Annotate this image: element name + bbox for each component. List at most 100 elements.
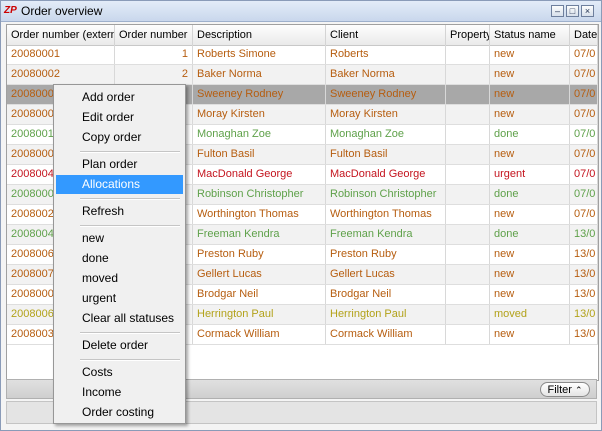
table-cell: 13/0 xyxy=(570,325,598,344)
context-menu: Add order Edit order Copy order Plan order A… xyxy=(53,84,186,424)
menu-item-clear-all-statuses[interactable]: Clear all statuses xyxy=(56,309,183,328)
table-cell: Sweeney Rodney xyxy=(193,85,326,104)
menu-item-done[interactable]: done xyxy=(56,249,183,268)
close-icon[interactable]: × xyxy=(581,5,594,17)
table-cell: new xyxy=(490,145,570,164)
table-cell xyxy=(446,85,490,104)
table-cell: 07/0 xyxy=(570,105,598,124)
table-cell: 13/0 xyxy=(570,245,598,264)
table-cell xyxy=(446,265,490,284)
menu-item-moved[interactable]: moved xyxy=(56,269,183,288)
table-cell: Monaghan Zoe xyxy=(326,125,446,144)
column-header[interactable]: Order number xyxy=(115,25,193,45)
table-cell: 07/0 xyxy=(570,205,598,224)
table-row[interactable]: 20080002 2 Baker Norma Baker Norma new 07/0 xyxy=(7,65,598,85)
menu-item-income[interactable]: Income xyxy=(56,383,183,402)
table-cell: done xyxy=(490,225,570,244)
table-cell: Herrington Paul xyxy=(326,305,446,324)
table-cell: Brodgar Neil xyxy=(326,285,446,304)
menu-item-costs[interactable]: Costs xyxy=(56,363,183,382)
table-cell xyxy=(446,45,490,64)
table-cell xyxy=(446,125,490,144)
table-cell xyxy=(446,225,490,244)
maximize-icon[interactable]: □ xyxy=(566,5,579,17)
title-bar[interactable]: ZP Order overview – □ × xyxy=(1,1,601,22)
minimize-icon[interactable]: – xyxy=(551,5,564,17)
table-cell: Gellert Lucas xyxy=(326,265,446,284)
table-cell: Baker Norma xyxy=(326,65,446,84)
window-title: Order overview xyxy=(21,4,103,18)
table-cell: 07/0 xyxy=(570,145,598,164)
table-cell: Herrington Paul xyxy=(193,305,326,324)
column-header[interactable]: Order number (extern xyxy=(7,25,115,45)
table-cell: new xyxy=(490,285,570,304)
table-cell: Roberts xyxy=(326,45,446,64)
table-cell: 13/0 xyxy=(570,285,598,304)
filter-button[interactable]: Filter ⌃ xyxy=(540,382,590,397)
table-cell: Moray Kirsten xyxy=(193,105,326,124)
table-cell xyxy=(446,245,490,264)
menu-item-edit-order[interactable]: Edit order xyxy=(56,108,183,127)
table-cell: Freeman Kendra xyxy=(193,225,326,244)
menu-separator xyxy=(80,332,180,334)
table-cell: Robinson Christopher xyxy=(193,185,326,204)
column-header[interactable]: Description xyxy=(193,25,326,45)
table-cell xyxy=(446,305,490,324)
table-cell xyxy=(446,325,490,344)
menu-item-urgent[interactable]: urgent xyxy=(56,289,183,308)
table-cell xyxy=(446,185,490,204)
table-cell: new xyxy=(490,265,570,284)
table-cell: 1 xyxy=(115,45,193,64)
table-cell: Moray Kirsten xyxy=(326,105,446,124)
grid-header: Order number (extern Order number Descript… xyxy=(7,25,598,46)
table-cell: Cormack William xyxy=(326,325,446,344)
menu-item-plan-order[interactable]: Plan order xyxy=(56,155,183,174)
table-cell: Robinson Christopher xyxy=(326,185,446,204)
table-cell: Sweeney Rodney xyxy=(326,85,446,104)
menu-item-new[interactable]: new xyxy=(56,229,183,248)
menu-item-refresh[interactable]: Refresh xyxy=(56,202,183,221)
table-cell: new xyxy=(490,245,570,264)
menu-item-order-costing[interactable]: Order costing xyxy=(56,403,183,422)
table-cell: Fulton Basil xyxy=(326,145,446,164)
table-cell: 2 xyxy=(115,65,193,84)
table-cell: Cormack William xyxy=(193,325,326,344)
table-cell: 07/0 xyxy=(570,65,598,84)
table-cell: new xyxy=(490,45,570,64)
menu-item-copy-order[interactable]: Copy order xyxy=(56,128,183,147)
table-cell: Worthington Thomas xyxy=(193,205,326,224)
menu-separator xyxy=(80,198,180,200)
menu-separator xyxy=(80,225,180,227)
menu-item-allocations[interactable]: Allocations xyxy=(56,175,183,194)
menu-separator xyxy=(80,151,180,153)
table-cell: 07/0 xyxy=(570,185,598,204)
table-cell: Roberts Simone xyxy=(193,45,326,64)
table-cell xyxy=(446,285,490,304)
table-cell: new xyxy=(490,105,570,124)
table-row[interactable]: 20080001 1 Roberts Simone Roberts new 07/0 xyxy=(7,45,598,65)
table-cell: Monaghan Zoe xyxy=(193,125,326,144)
table-cell: Freeman Kendra xyxy=(326,225,446,244)
menu-item-delete-order[interactable]: Delete order xyxy=(56,336,183,355)
table-cell: Gellert Lucas xyxy=(193,265,326,284)
table-cell: 07/0 xyxy=(570,85,598,104)
table-cell: MacDonald George xyxy=(326,165,446,184)
table-cell xyxy=(446,165,490,184)
table-cell: urgent xyxy=(490,165,570,184)
table-cell: done xyxy=(490,125,570,144)
table-cell xyxy=(446,105,490,124)
table-cell: 13/0 xyxy=(570,265,598,284)
table-cell: 13/0 xyxy=(570,225,598,244)
table-cell: 07/0 xyxy=(570,165,598,184)
table-cell: new xyxy=(490,205,570,224)
table-cell: Brodgar Neil xyxy=(193,285,326,304)
table-cell: Fulton Basil xyxy=(193,145,326,164)
table-cell: MacDonald George xyxy=(193,165,326,184)
column-header[interactable]: Status name xyxy=(490,25,570,45)
table-cell: 13/0 xyxy=(570,305,598,324)
column-header[interactable]: Client xyxy=(326,25,446,45)
column-header[interactable]: Property xyxy=(446,25,490,45)
menu-item-add-order[interactable]: Add order xyxy=(56,88,183,107)
table-cell xyxy=(446,145,490,164)
column-header[interactable]: Date xyxy=(570,25,598,45)
